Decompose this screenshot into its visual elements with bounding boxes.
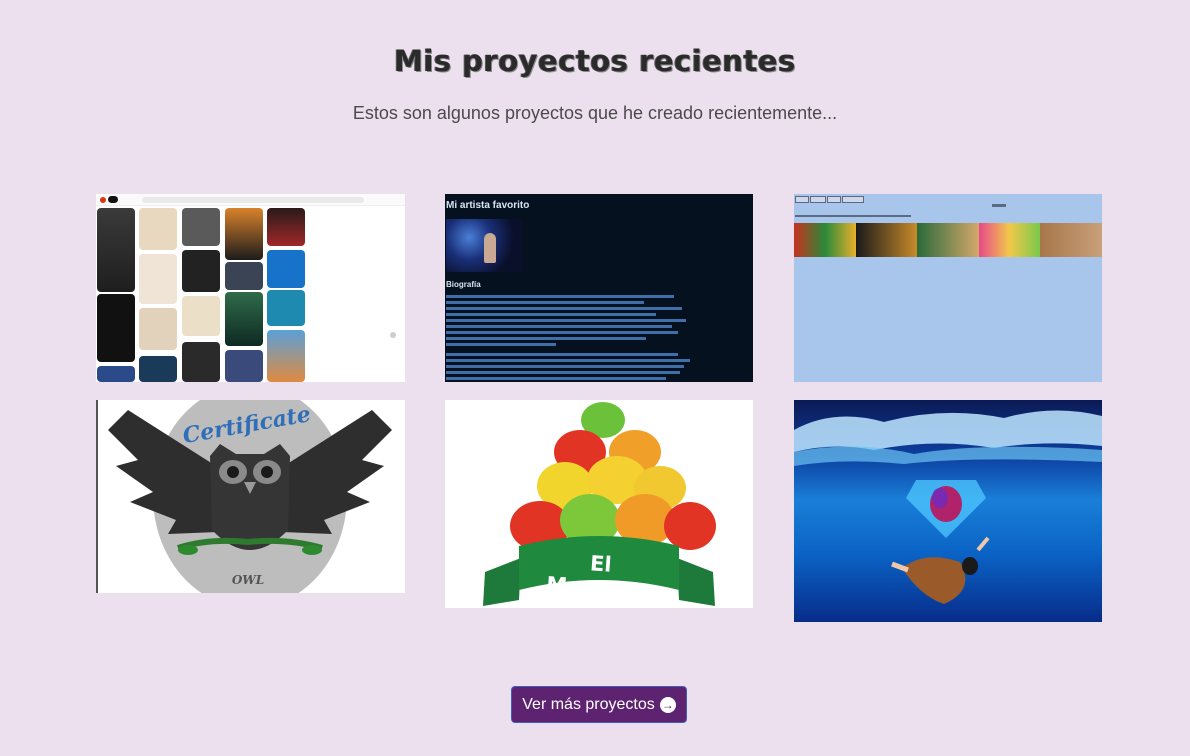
pinterest-logo-icon xyxy=(100,197,106,203)
text-line xyxy=(446,353,678,356)
nav-tab xyxy=(810,196,826,203)
svg-text:OWL: OWL xyxy=(232,573,264,587)
home-pill xyxy=(108,196,118,203)
text-line xyxy=(446,319,686,322)
underwater-illustration xyxy=(794,410,1102,604)
section-heading: Biografía xyxy=(446,280,481,289)
nav-tab xyxy=(795,196,809,203)
text-line xyxy=(446,337,646,340)
pin-tile xyxy=(225,262,263,290)
section-subtitle: Estos son algunos proyectos que he cread… xyxy=(352,103,838,123)
text-line xyxy=(446,365,684,368)
pin-tile xyxy=(139,308,177,350)
nav-tab xyxy=(842,196,864,203)
page-heading xyxy=(992,204,1006,207)
pin-tile xyxy=(139,208,177,250)
pin-tile xyxy=(225,208,263,260)
browser-bar xyxy=(96,194,405,206)
pin-tile xyxy=(267,290,305,326)
pin-tile xyxy=(267,250,305,288)
product-banner xyxy=(794,223,1102,257)
project-card-owl-certificate[interactable]: Certificate OWL xyxy=(96,400,405,593)
text-line xyxy=(446,377,666,380)
pin-tile xyxy=(225,292,263,346)
arrow-right-circle-icon: → xyxy=(659,696,676,713)
owl-certificate-illustration: Certificate OWL xyxy=(108,400,392,593)
text-line xyxy=(446,313,656,316)
pin-tile xyxy=(97,208,135,292)
page-heading: Mi artista favorito xyxy=(446,200,530,211)
brand-name: El Manzano xyxy=(545,551,653,604)
project-card-underwater[interactable] xyxy=(794,400,1102,622)
more-projects-button[interactable]: Ver más proyectos → xyxy=(511,686,687,723)
search-bar xyxy=(142,197,364,203)
pin-tile xyxy=(182,342,220,382)
intro-text xyxy=(795,215,911,217)
more-projects-label: Ver más proyectos xyxy=(522,695,655,713)
pin-tile xyxy=(225,350,263,382)
pin-tile xyxy=(97,294,135,362)
artist-photo xyxy=(446,219,523,272)
text-line xyxy=(446,295,674,298)
pin-tile xyxy=(139,356,177,382)
project-card-el-manzano[interactable]: El Manzano xyxy=(445,400,753,608)
pin-tile xyxy=(182,208,220,246)
pin-tile xyxy=(139,254,177,304)
text-line xyxy=(446,371,680,374)
pin-tile xyxy=(267,208,305,246)
text-line xyxy=(446,325,672,328)
pin-tile xyxy=(182,250,220,292)
text-line xyxy=(446,343,556,346)
text-line xyxy=(446,331,678,334)
project-card-artista-favorito[interactable]: Mi artista favorito Biografía xyxy=(445,194,753,382)
project-card-pinterest[interactable] xyxy=(96,194,405,382)
pin-tile xyxy=(97,366,135,382)
scroll-indicator-icon xyxy=(390,332,396,338)
pin-tile xyxy=(182,296,220,336)
text-line xyxy=(446,359,690,362)
nav-tab xyxy=(827,196,841,203)
project-card-tienda-dulces[interactable] xyxy=(794,194,1102,382)
text-line xyxy=(446,301,644,304)
section-title: Mis proyectos recientes xyxy=(394,44,796,78)
text-line xyxy=(446,307,682,310)
pin-tile xyxy=(267,330,305,382)
